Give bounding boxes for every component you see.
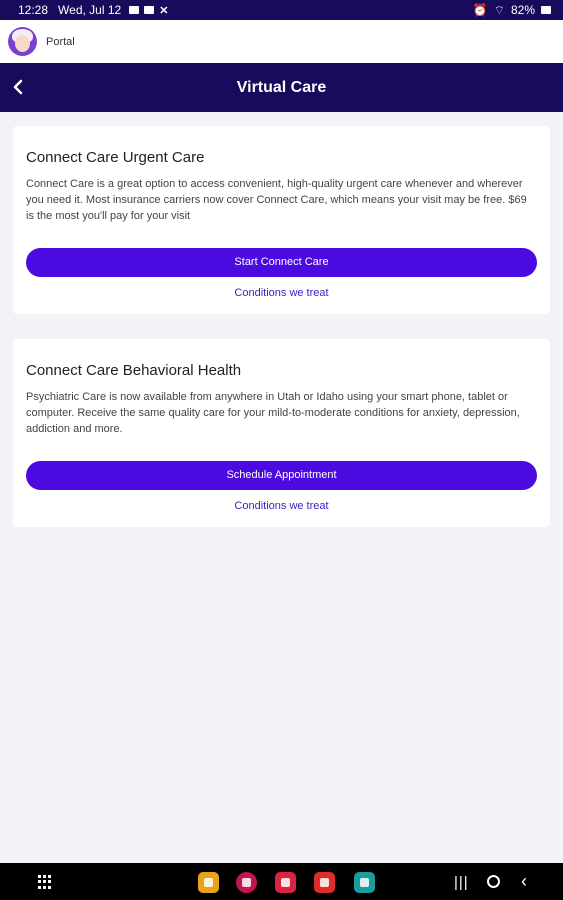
avatar[interactable] — [8, 27, 37, 56]
notes-app-icon[interactable] — [314, 872, 335, 893]
video-icon — [144, 6, 155, 14]
conditions-we-treat-link[interactable]: Conditions we treat — [13, 287, 550, 299]
card-title: Connect Care Urgent Care — [26, 149, 205, 166]
page-title: Virtual Care — [236, 78, 327, 96]
conditions-we-treat-link[interactable]: Conditions we treat — [13, 500, 550, 512]
portal-bar: Portal — [0, 20, 563, 63]
alarm-icon: ⏰ — [472, 3, 488, 17]
image-icon — [129, 6, 140, 14]
card-description: Connect Care is a great option to access… — [26, 178, 527, 222]
status-time: 12:28 — [18, 3, 49, 17]
home-icon[interactable] — [487, 875, 500, 888]
back-icon[interactable]: ‹ — [521, 871, 527, 892]
behavioral-health-card: Connect Care Behavioral Health Psychiatr… — [13, 339, 550, 527]
portal-label: Portal — [46, 35, 75, 48]
card-title: Connect Care Behavioral Health — [26, 362, 242, 379]
recent-apps-icon[interactable]: ||| — [454, 874, 469, 891]
schedule-appointment-button[interactable]: Schedule Appointment — [26, 461, 537, 490]
camera-app-icon[interactable] — [275, 872, 296, 893]
wifi-icon: ⌔ — [493, 2, 505, 17]
status-bar: 12:28 Wed, Jul 12 ✕ ⏰ ⌔ 82% — [0, 0, 563, 20]
app-drawer-icon[interactable] — [38, 875, 52, 889]
status-date: Wed, Jul 12 — [58, 3, 122, 17]
x-icon: ✕ — [159, 4, 169, 17]
calendar-app-icon[interactable] — [354, 872, 375, 893]
system-nav-bar: ||| ‹ — [0, 863, 563, 900]
notification-icons: ✕ — [129, 4, 168, 17]
battery-icon — [541, 6, 551, 14]
folder-app-icon[interactable] — [198, 872, 219, 893]
chevron-left-icon[interactable] — [10, 75, 30, 99]
urgent-care-card: Connect Care Urgent Care Connect Care is… — [13, 126, 550, 314]
app-bar: Virtual Care — [0, 63, 563, 112]
battery-level: 82% — [510, 3, 535, 17]
flower-app-icon[interactable] — [236, 872, 257, 893]
start-connect-care-button[interactable]: Start Connect Care — [26, 248, 537, 277]
card-description: Psychiatric Care is now available from a… — [26, 391, 520, 435]
